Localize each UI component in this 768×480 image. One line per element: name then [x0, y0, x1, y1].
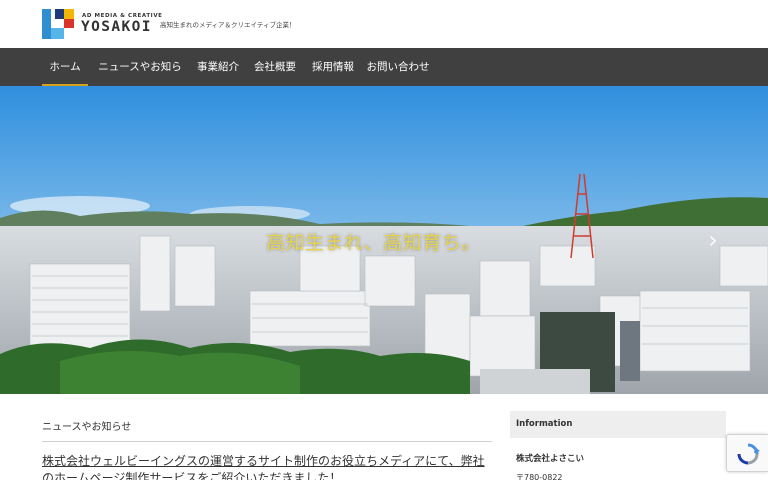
nav-item-news[interactable]: ニュースやお知らせ	[96, 48, 184, 111]
postal-code: 〒780-0822	[516, 473, 563, 480]
nav-item-recruit[interactable]: 採用情報	[310, 48, 356, 86]
info-widget-header: Information	[510, 411, 726, 438]
logo-mark-icon[interactable]	[42, 9, 74, 39]
company-name: 株式会社よさこい	[516, 454, 585, 464]
recaptcha-icon	[737, 443, 760, 465]
site-header: AD MEDIA & CREATIVE YOSAKOI 高知生まれのメディア＆ク…	[0, 0, 768, 48]
hero-slider: 高知生まれ、高知育ち。 ›	[0, 86, 768, 394]
news-item-link[interactable]: 株式会社ウェルビーイングスの運営するサイト制作のお役立ちメディアにて、弊社のホー…	[42, 453, 494, 480]
news-section-heading: ニュースやお知らせ	[42, 422, 132, 433]
info-widget-title: Information	[516, 419, 573, 429]
nav-item-home[interactable]: ホーム	[42, 48, 88, 86]
nav-item-company[interactable]: 会社概要	[252, 48, 298, 86]
news-divider	[42, 441, 492, 442]
site-tagline: 高知生まれのメディア＆クリエイティブ企業！	[160, 21, 296, 29]
chevron-right-icon[interactable]: ›	[703, 226, 723, 254]
recaptcha-badge[interactable]	[726, 434, 768, 472]
hero-caption: 高知生まれ、高知育ち。	[266, 232, 481, 254]
main-nav: ホーム ニュースやお知らせ 事業紹介 会社概要 採用情報 お問い合わせ	[0, 48, 768, 111]
logo-wordmark[interactable]: YOSAKOI	[81, 19, 152, 35]
nav-item-contact[interactable]: お問い合わせ	[366, 48, 430, 86]
nav-item-business[interactable]: 事業紹介	[196, 48, 240, 86]
